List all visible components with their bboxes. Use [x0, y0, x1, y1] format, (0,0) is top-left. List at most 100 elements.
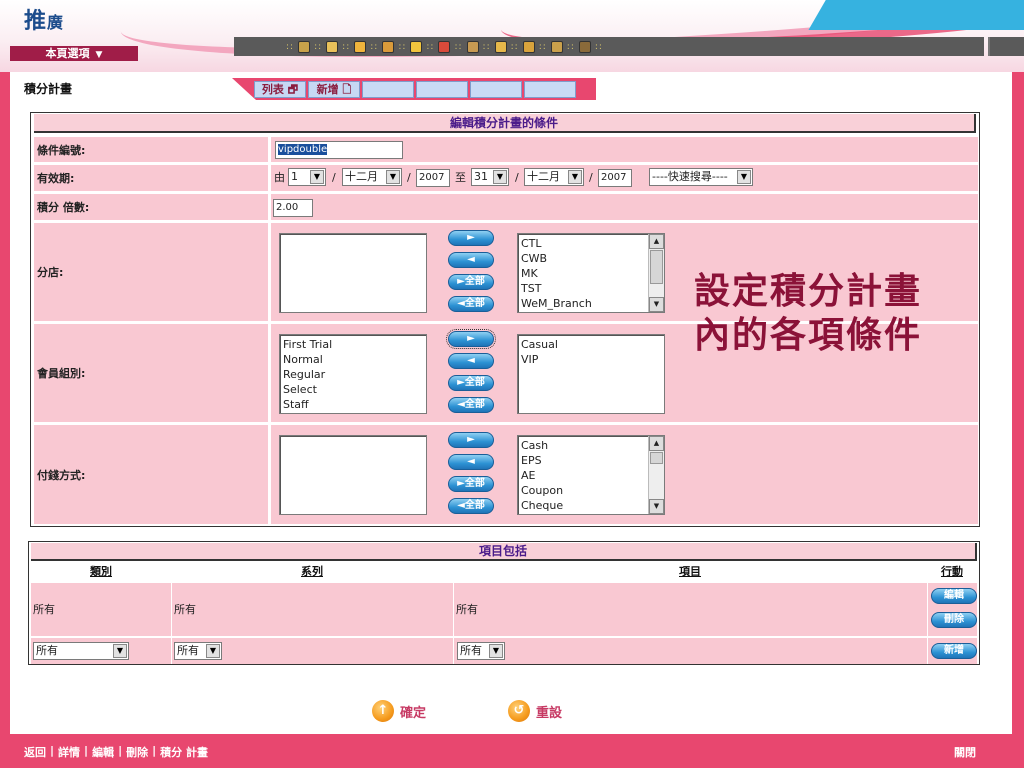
slash: / — [515, 171, 519, 184]
page-options-menu[interactable]: 本頁選項 ▼ — [10, 46, 138, 61]
add-button[interactable]: ► — [448, 230, 494, 246]
home-icon[interactable] — [465, 39, 481, 54]
list-item[interactable]: MK — [521, 266, 661, 281]
row-payment: 付錢方式: ► ◄ ►全部 ◄全部 Cash EPS AE Coupon Che… — [34, 425, 978, 524]
list-item[interactable]: First Trial — [283, 337, 423, 352]
clipboard-icon[interactable] — [549, 39, 565, 54]
start-year-input[interactable]: 2007 — [416, 169, 450, 187]
series-select[interactable]: 所有 ▼ — [174, 642, 222, 660]
remove-all-button[interactable]: ◄全部 — [448, 296, 494, 312]
row-category: 所有 — [33, 603, 55, 616]
scroll-up-icon: ▲ — [649, 436, 664, 451]
remove-all-button[interactable]: ◄全部 — [448, 498, 494, 514]
slash: / — [332, 171, 336, 184]
member-group-available-list[interactable]: Casual VIP — [517, 334, 665, 414]
tab-empty[interactable] — [524, 81, 576, 98]
list-item[interactable]: Coupon — [521, 483, 661, 498]
coins-icon[interactable] — [296, 39, 312, 54]
tab-empty[interactable] — [470, 81, 522, 98]
column-item[interactable]: 項目 — [453, 563, 927, 581]
delete-link[interactable]: 刪除 — [126, 744, 148, 760]
list-item[interactable]: Regular — [283, 367, 423, 382]
column-category[interactable]: 類別 — [31, 563, 171, 581]
list-item[interactable]: Cheque — [521, 498, 661, 513]
member-group-selected-list[interactable]: First Trial Normal Regular Select Staff — [279, 334, 427, 414]
confirm-button[interactable]: ↑ 確定 — [372, 700, 426, 722]
points-plan-link[interactable]: 積分 計畫 — [160, 744, 208, 760]
tab-empty[interactable] — [416, 81, 468, 98]
tab-empty[interactable] — [362, 81, 414, 98]
column-series[interactable]: 系列 — [171, 563, 453, 581]
toolbar-separator: :: — [314, 41, 323, 52]
multiplier-input[interactable]: 2.00 — [273, 199, 313, 217]
top-banner: 推廣 本頁選項 ▼ :::::::::::::::::::::::: — [0, 0, 1024, 72]
gift-icon[interactable] — [436, 39, 452, 54]
item-select[interactable]: 所有 ▼ — [457, 642, 505, 660]
calculator-icon[interactable] — [521, 39, 537, 54]
list-item[interactable]: TST — [521, 281, 661, 296]
reset-icon: ↺ — [508, 700, 530, 722]
list-item[interactable]: CWB — [521, 251, 661, 266]
people-icon[interactable] — [324, 39, 340, 54]
coin-icon[interactable] — [408, 39, 424, 54]
list-item[interactable]: Staff — [283, 397, 423, 412]
items-columns: 類別 系列 項目 行動 — [31, 563, 977, 581]
branch-available-list[interactable]: CTL CWB MK TST WeM_Branch ▲ ▼ — [517, 233, 665, 313]
list-item[interactable]: WeM_Branch — [521, 296, 661, 311]
end-year-input[interactable]: 2007 — [598, 169, 632, 187]
delete-button[interactable]: 刪除 — [931, 612, 977, 628]
new-item-row: 所有 ▼ 所有 ▼ 所有 ▼ 新增 — [31, 638, 977, 664]
start-day-select[interactable]: 1 ▼ — [288, 168, 326, 186]
category-select[interactable]: 所有 ▼ — [33, 642, 129, 660]
remove-all-button[interactable]: ◄全部 — [448, 397, 494, 413]
toolbar-separator: :: — [398, 41, 407, 52]
list-item[interactable]: CTL — [521, 236, 661, 251]
condition-id-input[interactable]: vipdouble — [275, 141, 403, 159]
clock-icon[interactable] — [352, 39, 368, 54]
end-day-select[interactable]: 31 ▼ — [471, 168, 509, 186]
add-button[interactable]: ► — [446, 329, 496, 349]
column-action[interactable]: 行動 — [927, 563, 977, 581]
branch-selected-list[interactable] — [279, 233, 427, 313]
list-item[interactable]: EPS — [521, 453, 661, 468]
add-item-button[interactable]: 新增 — [931, 643, 977, 659]
chevron-down-icon: ▼ — [310, 170, 324, 184]
main-content: 積分計畫 列表 🗗 新增 🗋 編輯積分計畫的條件 條件編號: vipdouble… — [10, 72, 1012, 734]
list-scrollbar[interactable]: ▲ ▼ — [648, 436, 664, 514]
users-icon[interactable] — [577, 39, 593, 54]
remove-button[interactable]: ◄ — [448, 252, 494, 268]
list-item[interactable]: AE — [521, 468, 661, 483]
tab-list[interactable]: 列表 🗗 — [254, 81, 306, 98]
back-link[interactable]: 返回 — [24, 744, 46, 760]
payment-available-list[interactable]: Cash EPS AE Coupon Cheque ▲ ▼ — [517, 435, 665, 515]
remove-button[interactable]: ◄ — [448, 454, 494, 470]
page-options-label: 本頁選項 — [45, 47, 90, 60]
add-all-button[interactable]: ►全部 — [448, 375, 494, 391]
add-all-button[interactable]: ►全部 — [448, 476, 494, 492]
end-month-select[interactable]: 十二月 ▼ — [524, 168, 584, 186]
list-item[interactable]: Select — [283, 382, 423, 397]
add-all-button[interactable]: ►全部 — [448, 274, 494, 290]
list-scrollbar[interactable]: ▲ ▼ — [648, 234, 664, 312]
calendar-icon[interactable] — [380, 39, 396, 54]
dollar-icon[interactable] — [493, 39, 509, 54]
payment-selected-list[interactable] — [279, 435, 427, 515]
edit-button[interactable]: 編輯 — [931, 588, 977, 604]
list-item[interactable]: VIP — [521, 352, 661, 367]
reset-button[interactable]: ↺ 重設 — [508, 700, 562, 722]
close-link[interactable]: 關閉 — [954, 744, 976, 760]
quick-search-select[interactable]: ----快速搜尋---- ▼ — [649, 168, 753, 186]
add-button[interactable]: ► — [448, 432, 494, 448]
to-text: 至 — [455, 171, 466, 184]
details-link[interactable]: 詳情 — [58, 744, 80, 760]
chevron-down-icon: ▼ — [95, 50, 103, 60]
start-month-select[interactable]: 十二月 ▼ — [342, 168, 402, 186]
list-item[interactable]: Casual — [521, 337, 661, 352]
column-divider — [927, 563, 928, 664]
list-item[interactable]: Cash — [521, 438, 661, 453]
remove-button[interactable]: ◄ — [448, 353, 494, 369]
banner-accent — [808, 0, 1024, 30]
edit-link[interactable]: 編輯 — [92, 744, 114, 760]
list-item[interactable]: Normal — [283, 352, 423, 367]
tab-new[interactable]: 新增 🗋 — [308, 81, 360, 98]
